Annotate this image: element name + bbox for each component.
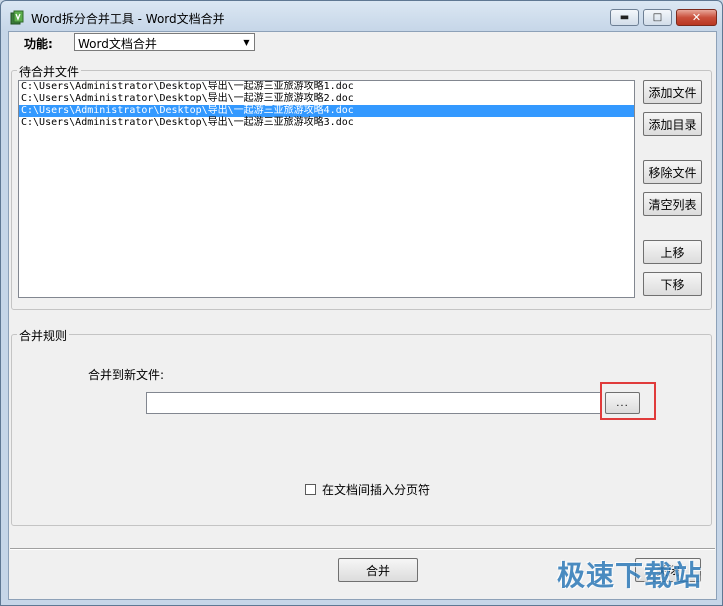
function-select[interactable]: Word文档合并 ▼ [74,33,255,51]
highlight-box [600,382,656,420]
page-break-label: 在文档间插入分页符 [322,483,431,497]
watermark-logo: 极速下载站 [556,559,702,592]
clear-list-button[interactable]: 清空列表 [643,192,702,216]
page-break-option[interactable]: 在文档间插入分页符 [305,481,430,498]
window-title: Word拆分合并工具 - Word文档合并 [31,12,225,26]
merge-rules-legend: 合并规则 [17,327,70,344]
merge-button[interactable]: 合并 [338,558,418,582]
chevron-down-icon[interactable]: ▼ [239,34,254,50]
merge-to-label: 合并到新文件: [88,368,165,382]
bottom-separator [10,548,715,550]
function-label: 功能: [24,37,53,51]
add-file-button[interactable]: 添加文件 [643,80,702,104]
minimize-button[interactable]: ▬ [610,9,639,26]
move-up-button[interactable]: 上移 [643,240,702,264]
file-list-item[interactable]: C:\Users\Administrator\Desktop\导出\一起游三亚旅… [19,117,634,129]
add-folder-button[interactable]: 添加目录 [643,112,702,136]
app-icon [10,10,24,25]
close-icon: ✕ [691,11,702,24]
maximize-button[interactable]: □ [643,9,672,26]
file-list-item[interactable]: C:\Users\Administrator\Desktop\导出\一起游三亚旅… [19,81,634,93]
merge-to-input[interactable] [146,392,601,414]
app-window: Word拆分合并工具 - Word文档合并 ▬ □ ✕ 功能: Word文档合并… [0,0,723,606]
remove-file-button[interactable]: 移除文件 [643,160,702,184]
page-break-checkbox[interactable] [305,484,316,495]
move-down-button[interactable]: 下移 [643,272,702,296]
file-list[interactable]: C:\Users\Administrator\Desktop\导出\一起游三亚旅… [18,80,635,298]
close-window-button[interactable]: ✕ [676,9,717,26]
maximize-icon: □ [652,11,663,23]
minimize-icon: ▬ [619,11,630,23]
file-list-item-selected[interactable]: C:\Users\Administrator\Desktop\导出\一起游三亚旅… [19,105,634,117]
pending-files-legend: 待合并文件 [17,63,82,80]
function-select-value: Word文档合并 [78,37,157,51]
title-bar[interactable]: Word拆分合并工具 - Word文档合并 ▬ □ ✕ [1,1,722,31]
client-area: 功能: Word文档合并 ▼ 待合并文件 C:\Users\Administra… [8,31,717,600]
file-list-item[interactable]: C:\Users\Administrator\Desktop\导出\一起游三亚旅… [19,93,634,105]
